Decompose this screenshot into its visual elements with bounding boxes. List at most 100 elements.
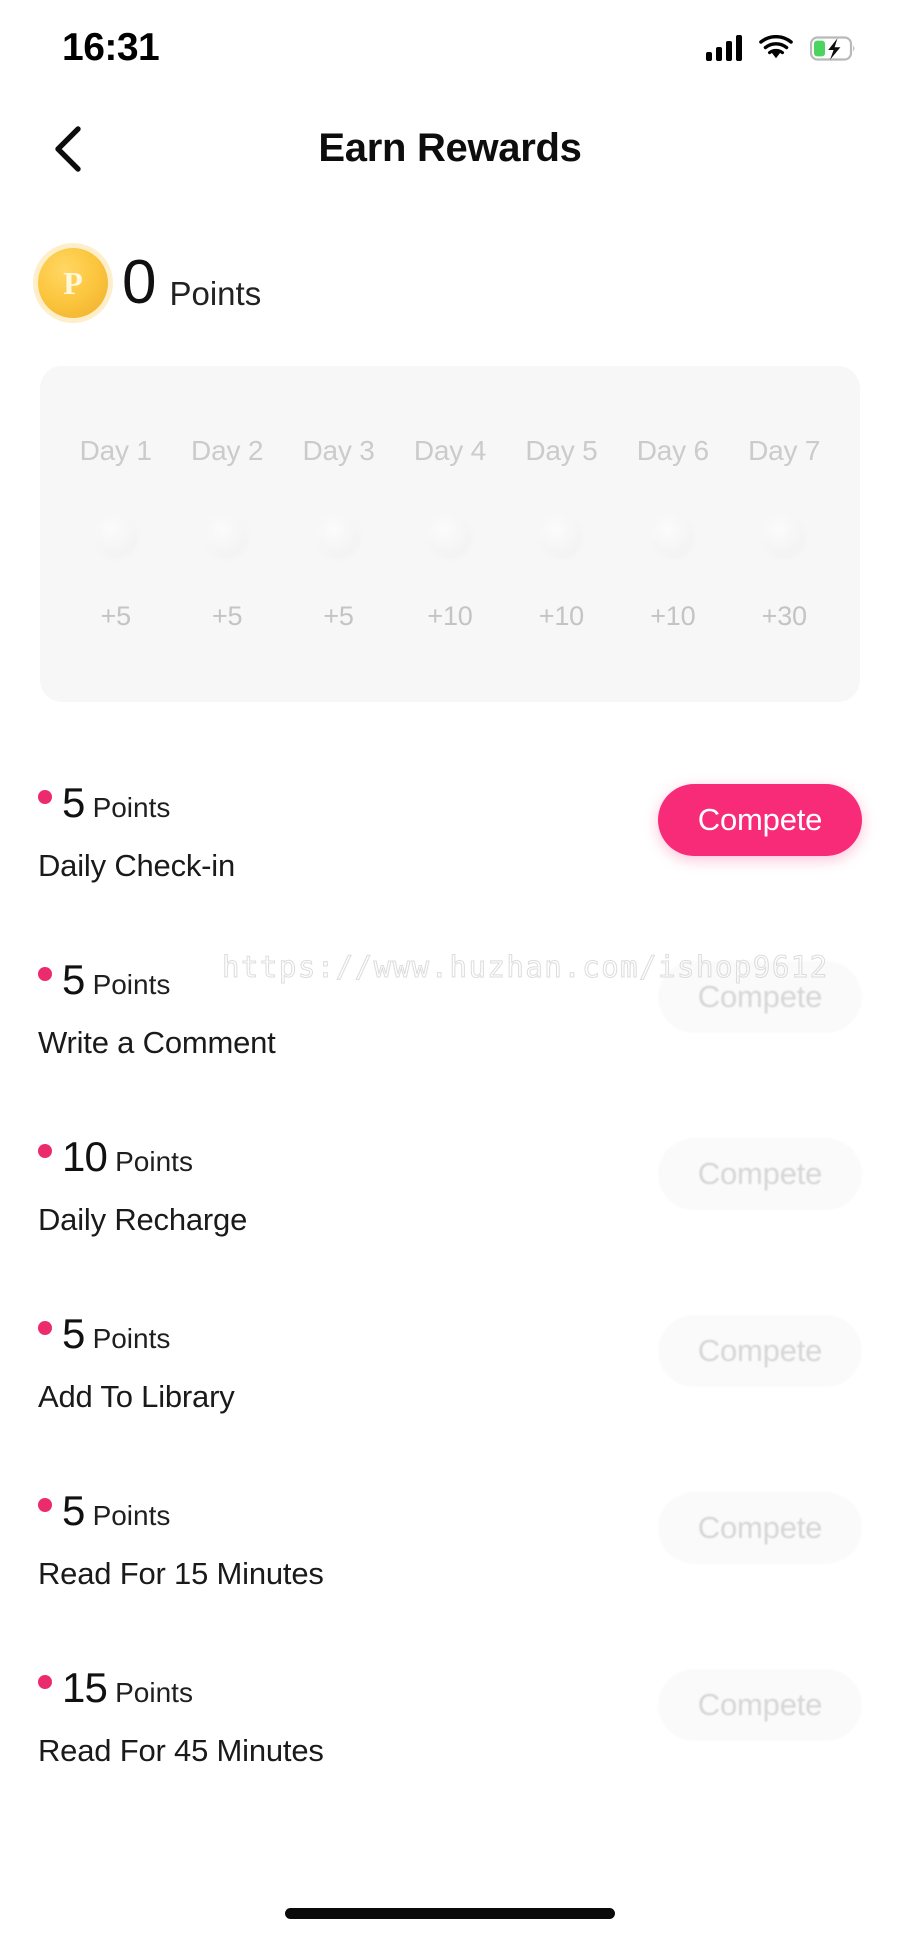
task-row: 15 Points Read For 45 Minutes Compete [0, 1631, 900, 1808]
day-label: Day 7 [748, 434, 821, 466]
day-value: +30 [761, 600, 807, 631]
task-row: 10 Points Daily Recharge Compete [0, 1100, 900, 1277]
task-row: 5 Points Daily Check-in Compete [0, 746, 900, 923]
task-points-amount: 5 [62, 1487, 85, 1534]
wifi-icon [759, 35, 793, 61]
task-name: Daily Recharge [38, 1202, 248, 1237]
day-cell[interactable]: Day 6 [617, 435, 728, 467]
status-bar: 16:31 [0, 0, 900, 96]
day-coin-icon [762, 514, 807, 559]
task-points-word: Points [92, 969, 171, 1000]
task-name: Read For 45 Minutes [38, 1733, 324, 1768]
day-value-cell: +5 [60, 601, 171, 632]
day-coin-cell [283, 514, 394, 559]
day-coin-cell [60, 514, 171, 559]
task-points-word: Points [92, 1500, 171, 1531]
compete-button[interactable]: Compete [658, 784, 862, 856]
day-value-cell: +30 [729, 601, 840, 632]
day-value: +10 [427, 600, 473, 631]
task-points-word: Points [92, 1323, 171, 1354]
task-row: 5 Points Write a Comment Compete [0, 923, 900, 1100]
day-value: +5 [323, 600, 354, 631]
day-coin-icon [93, 514, 138, 559]
task-name: Write a Comment [38, 1025, 276, 1060]
bullet-dot-icon [38, 790, 52, 804]
task-name: Add To Library [38, 1379, 235, 1414]
task-points-amount: 5 [62, 1310, 85, 1357]
day-coin-cell [171, 514, 282, 559]
bullet-dot-icon [38, 967, 52, 981]
day-label: Day 1 [79, 434, 152, 466]
weekly-day-values-row: +5 +5 +5 +10 +10 +10 +30 [40, 601, 860, 632]
day-cell[interactable]: Day 7 [729, 435, 840, 467]
day-cell[interactable]: Day 4 [394, 435, 505, 467]
task-points-word: Points [115, 1146, 193, 1177]
task-points-line: 15 Points [38, 1667, 193, 1709]
day-value-cell: +10 [617, 601, 728, 632]
compete-button[interactable]: Compete [658, 1138, 862, 1210]
day-coin-cell [506, 514, 617, 559]
task-points-amount: 5 [62, 956, 85, 1003]
bullet-dot-icon [38, 1321, 52, 1335]
day-coin-icon [316, 514, 361, 559]
compete-button[interactable]: Compete [658, 961, 862, 1033]
day-coin-cell [617, 514, 728, 559]
task-points-word: Points [92, 792, 171, 823]
task-points-amount: 10 [62, 1133, 108, 1180]
chevron-left-icon [51, 125, 85, 172]
weekly-coin-row [40, 509, 860, 565]
day-coin-icon [650, 514, 695, 559]
compete-button[interactable]: Compete [658, 1315, 862, 1387]
day-label: Day 6 [636, 434, 709, 466]
task-name: Daily Check-in [38, 848, 236, 883]
task-points-line: 5 Points [38, 1490, 170, 1532]
back-button[interactable] [30, 111, 106, 187]
coin-icon: P [38, 248, 108, 318]
compete-button[interactable]: Compete [658, 1669, 862, 1741]
battery-charging-icon [810, 35, 856, 61]
status-time: 16:31 [62, 26, 160, 69]
task-points-line: 5 Points [38, 1313, 170, 1355]
task-points-line: 5 Points [38, 959, 170, 1001]
task-row: 5 Points Add To Library Compete [0, 1277, 900, 1454]
status-icons [705, 35, 857, 61]
day-coin-icon [205, 514, 250, 559]
day-value: +10 [650, 600, 696, 631]
day-value: +5 [211, 600, 243, 631]
day-label: Day 4 [413, 434, 487, 466]
task-name: Read For 15 Minutes [38, 1556, 324, 1591]
day-label: Day 2 [191, 434, 264, 466]
task-row: 5 Points Read For 15 Minutes Compete [0, 1454, 900, 1631]
day-cell[interactable]: Day 3 [283, 435, 394, 467]
day-cell[interactable]: Day 2 [171, 435, 282, 467]
day-value: +10 [538, 600, 584, 631]
points-balance: 0 [122, 248, 156, 317]
task-points-word: Points [115, 1677, 193, 1708]
day-coin-cell [729, 514, 840, 559]
task-points-amount: 5 [62, 779, 85, 826]
day-cell[interactable]: Day 5 [506, 435, 617, 467]
task-points-line: 10 Points [38, 1136, 193, 1178]
bullet-dot-icon [38, 1144, 52, 1158]
day-label: Day 5 [525, 434, 598, 466]
signal-bars-icon [705, 35, 742, 61]
points-summary: P 0 Points [38, 248, 261, 318]
day-coin-cell [394, 514, 505, 559]
weekly-checkin-card[interactable]: Day 1 Day 2 Day 3 Day 4 Day 5 Day 6 Day … [40, 366, 860, 702]
compete-button[interactable]: Compete [658, 1492, 862, 1564]
nav-bar: Earn Rewards [0, 96, 900, 201]
day-value-cell: +10 [394, 601, 505, 632]
day-coin-icon [539, 514, 584, 559]
day-value-cell: +5 [171, 601, 282, 632]
points-balance-label: Points [169, 275, 262, 312]
bullet-dot-icon [38, 1498, 52, 1512]
page-title: Earn Rewards [318, 126, 582, 170]
task-points-amount: 15 [62, 1664, 108, 1711]
day-cell[interactable]: Day 1 [60, 435, 171, 467]
day-label: Day 3 [302, 434, 375, 466]
task-list: 5 Points Daily Check-in Compete 5 Points… [0, 746, 900, 1808]
day-value: +5 [100, 600, 132, 631]
home-indicator[interactable] [285, 1908, 615, 1919]
day-value-cell: +5 [283, 601, 394, 632]
day-value-cell: +10 [506, 601, 617, 632]
